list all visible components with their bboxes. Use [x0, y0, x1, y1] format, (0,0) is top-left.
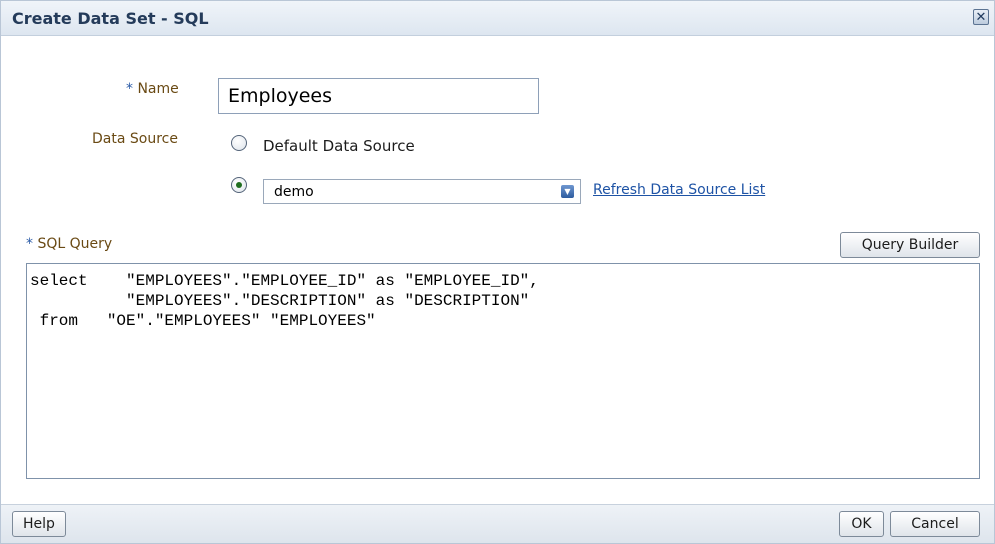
query-builder-button[interactable]: Query Builder — [840, 232, 980, 258]
name-label: * Name — [126, 81, 179, 97]
data-source-select-value: demo — [274, 184, 314, 200]
create-data-set-dialog: Create Data Set - SQL ✕ * Name Data Sour… — [0, 0, 995, 544]
name-input[interactable] — [218, 78, 539, 114]
data-source-select[interactable]: demo ▼ — [263, 179, 581, 204]
dialog-title: Create Data Set - SQL — [12, 9, 209, 28]
sql-query-textarea[interactable]: select "EMPLOYEES"."EMPLOYEE_ID" as "EMP… — [26, 263, 980, 479]
default-data-source-label: Default Data Source — [263, 137, 415, 155]
default-data-source-radio[interactable] — [231, 135, 247, 151]
selected-data-source-radio[interactable] — [231, 177, 247, 193]
name-label-text: Name — [137, 81, 179, 97]
radio-selected-dot — [236, 182, 242, 188]
cancel-button[interactable]: Cancel — [890, 511, 980, 537]
refresh-data-source-list-link[interactable]: Refresh Data Source List — [593, 182, 765, 198]
help-button[interactable]: Help — [12, 511, 66, 537]
name-required-marker: * — [126, 81, 133, 97]
close-icon[interactable]: ✕ — [973, 9, 989, 25]
chevron-down-icon[interactable]: ▼ — [561, 185, 574, 198]
ok-button[interactable]: OK — [839, 511, 884, 537]
sql-query-label-text: SQL Query — [37, 236, 113, 252]
sql-required-marker: * — [26, 236, 33, 252]
data-source-label: Data Source — [92, 131, 178, 147]
dialog-title-bar: Create Data Set - SQL ✕ — [1, 1, 994, 36]
dialog-footer: Help OK Cancel — [1, 504, 994, 543]
sql-query-label: * SQL Query — [26, 236, 112, 252]
